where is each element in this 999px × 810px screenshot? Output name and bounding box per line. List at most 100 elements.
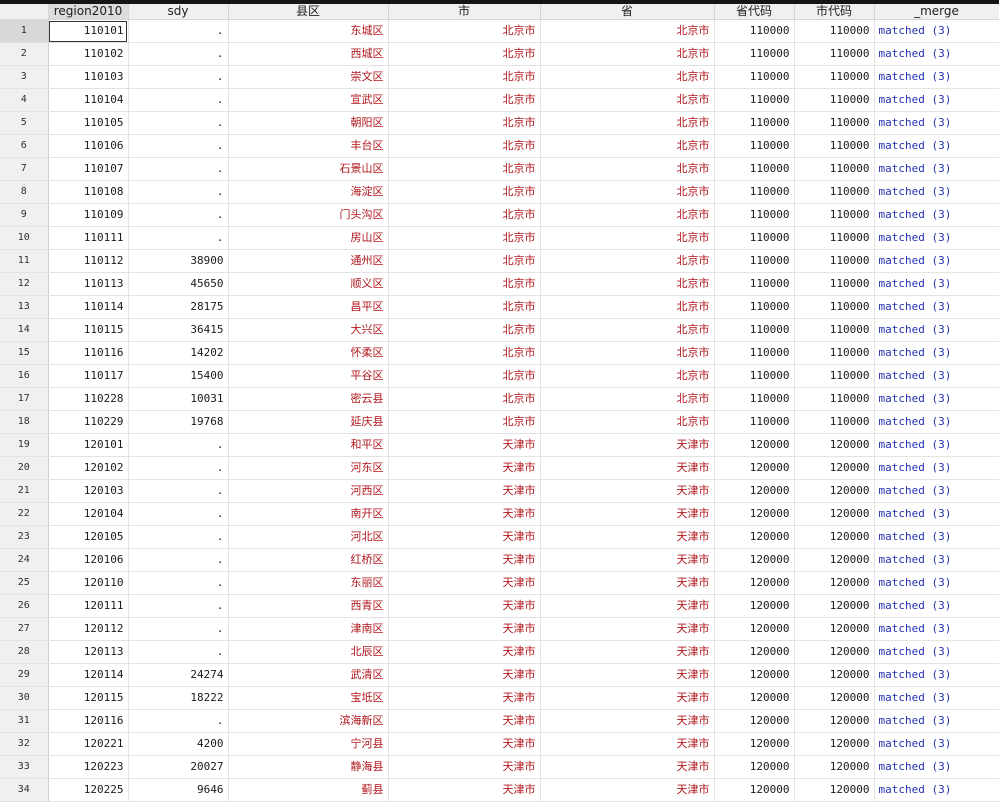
cell-province[interactable]: 天津市 (540, 479, 715, 503)
cell-city-code[interactable]: 120000 (794, 571, 875, 595)
col-header-city[interactable]: 市 (388, 4, 541, 20)
cell-city-code[interactable]: 120000 (794, 732, 875, 756)
cell-province-code[interactable]: 110000 (714, 19, 795, 43)
cell-province[interactable]: 天津市 (540, 525, 715, 549)
row-number[interactable]: 7 (0, 157, 49, 181)
cell-merge[interactable]: matched (3) (874, 341, 999, 365)
cell-province[interactable]: 北京市 (540, 180, 715, 204)
cell-region2010[interactable]: 110113 (48, 272, 129, 296)
cell-county[interactable]: 宣武区 (228, 88, 389, 112)
cell-city-code[interactable]: 110000 (794, 88, 875, 112)
cell-county[interactable]: 滨海新区 (228, 709, 389, 733)
cell-region2010[interactable]: 110229 (48, 410, 129, 434)
cell-city-code[interactable]: 110000 (794, 42, 875, 66)
cell-city[interactable]: 北京市 (388, 203, 541, 227)
cell-province[interactable]: 北京市 (540, 134, 715, 158)
row-number[interactable]: 23 (0, 525, 49, 549)
cell-sdy[interactable]: 14202 (128, 341, 229, 365)
cell-region2010[interactable]: 120101 (48, 433, 129, 457)
cell-sdy[interactable]: . (128, 19, 229, 43)
cell-merge[interactable]: matched (3) (874, 410, 999, 434)
cell-province-code[interactable]: 110000 (714, 157, 795, 181)
row-number[interactable]: 27 (0, 617, 49, 641)
cell-city-code[interactable]: 110000 (794, 318, 875, 342)
cell-merge[interactable]: matched (3) (874, 387, 999, 411)
cell-sdy[interactable]: 38900 (128, 249, 229, 273)
cell-sdy[interactable]: . (128, 111, 229, 135)
cell-sdy[interactable]: . (128, 709, 229, 733)
cell-county[interactable]: 石景山区 (228, 157, 389, 181)
cell-county[interactable]: 通州区 (228, 249, 389, 273)
cell-province[interactable]: 天津市 (540, 617, 715, 641)
cell-merge[interactable]: matched (3) (874, 456, 999, 480)
cell-province-code[interactable]: 110000 (714, 226, 795, 250)
cell-province[interactable]: 北京市 (540, 203, 715, 227)
cell-region2010[interactable]: 120103 (48, 479, 129, 503)
cell-county[interactable]: 崇文区 (228, 65, 389, 89)
row-number[interactable]: 25 (0, 571, 49, 595)
cell-region2010[interactable]: 120113 (48, 640, 129, 664)
cell-province-code[interactable]: 120000 (714, 755, 795, 779)
cell-city[interactable]: 北京市 (388, 387, 541, 411)
col-header-province-code[interactable]: 省代码 (714, 4, 795, 20)
cell-sdy[interactable]: 28175 (128, 295, 229, 319)
cell-county[interactable]: 丰台区 (228, 134, 389, 158)
cell-region2010[interactable]: 110115 (48, 318, 129, 342)
cell-county[interactable]: 蓟县 (228, 778, 389, 802)
cell-province[interactable]: 天津市 (540, 433, 715, 457)
cell-county[interactable]: 房山区 (228, 226, 389, 250)
cell-city[interactable]: 天津市 (388, 778, 541, 802)
row-number[interactable]: 34 (0, 778, 49, 802)
cell-province-code[interactable]: 110000 (714, 65, 795, 89)
row-number[interactable]: 17 (0, 387, 49, 411)
cell-merge[interactable]: matched (3) (874, 778, 999, 802)
row-number[interactable]: 26 (0, 594, 49, 618)
cell-province-code[interactable]: 110000 (714, 410, 795, 434)
cell-city-code[interactable]: 110000 (794, 387, 875, 411)
row-number[interactable]: 9 (0, 203, 49, 227)
cell-province-code[interactable]: 110000 (714, 180, 795, 204)
cell-sdy[interactable]: . (128, 548, 229, 572)
row-number[interactable]: 15 (0, 341, 49, 365)
cell-region2010[interactable]: 110106 (48, 134, 129, 158)
cell-city[interactable]: 北京市 (388, 111, 541, 135)
cell-city[interactable]: 天津市 (388, 571, 541, 595)
corner-header[interactable] (0, 4, 49, 20)
cell-province-code[interactable]: 120000 (714, 732, 795, 756)
row-number[interactable]: 12 (0, 272, 49, 296)
cell-region2010[interactable]: 120106 (48, 548, 129, 572)
cell-sdy[interactable]: . (128, 65, 229, 89)
cell-merge[interactable]: matched (3) (874, 571, 999, 595)
cell-merge[interactable]: matched (3) (874, 663, 999, 687)
cell-city[interactable]: 北京市 (388, 341, 541, 365)
cell-county[interactable]: 河东区 (228, 456, 389, 480)
cell-city[interactable]: 北京市 (388, 272, 541, 296)
cell-city-code[interactable]: 110000 (794, 341, 875, 365)
cell-city-code[interactable]: 110000 (794, 226, 875, 250)
cell-city-code[interactable]: 120000 (794, 479, 875, 503)
cell-province[interactable]: 北京市 (540, 88, 715, 112)
cell-region2010[interactable]: 110112 (48, 249, 129, 273)
row-number[interactable]: 13 (0, 295, 49, 319)
cell-province-code[interactable]: 120000 (714, 502, 795, 526)
cell-sdy[interactable]: . (128, 571, 229, 595)
cell-county[interactable]: 北辰区 (228, 640, 389, 664)
cell-province[interactable]: 北京市 (540, 157, 715, 181)
cell-county[interactable]: 海淀区 (228, 180, 389, 204)
cell-province[interactable]: 天津市 (540, 594, 715, 618)
cell-city-code[interactable]: 110000 (794, 410, 875, 434)
cell-city-code[interactable]: 120000 (794, 686, 875, 710)
cell-city-code[interactable]: 120000 (794, 525, 875, 549)
cell-merge[interactable]: matched (3) (874, 755, 999, 779)
cell-merge[interactable]: matched (3) (874, 88, 999, 112)
col-header-county[interactable]: 县区 (228, 4, 389, 20)
row-number[interactable]: 14 (0, 318, 49, 342)
cell-city-code[interactable]: 120000 (794, 709, 875, 733)
cell-province-code[interactable]: 120000 (714, 571, 795, 595)
cell-city-code[interactable]: 110000 (794, 180, 875, 204)
row-number[interactable]: 18 (0, 410, 49, 434)
cell-city-code[interactable]: 120000 (794, 502, 875, 526)
row-number[interactable]: 6 (0, 134, 49, 158)
cell-merge[interactable]: matched (3) (874, 134, 999, 158)
row-number[interactable]: 19 (0, 433, 49, 457)
